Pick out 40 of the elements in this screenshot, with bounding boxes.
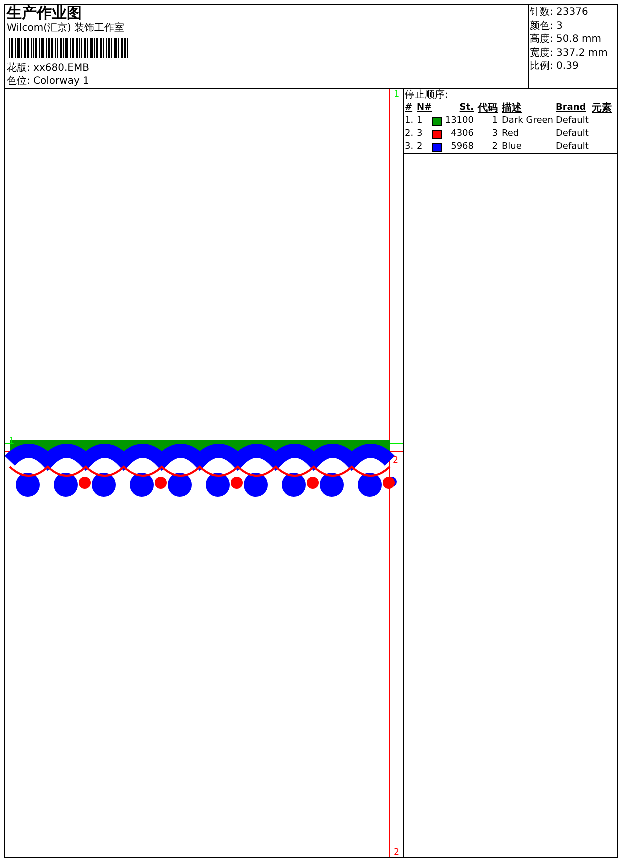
- table-cell: 2: [492, 141, 498, 154]
- section-title: 停止顺序:: [405, 89, 450, 102]
- table-cell-text: Blue: [501, 141, 522, 154]
- column-header: N#: [417, 102, 432, 115]
- table-cell-text: Dark Green: [501, 115, 554, 128]
- table-cell: 2: [417, 141, 423, 154]
- table-cell: Default: [556, 115, 589, 128]
- table-cell-text: Red: [501, 128, 520, 141]
- design-file: 花版: xx680.EMB: [7, 62, 90, 75]
- table-cell: 1.: [405, 115, 414, 128]
- barcode-icon: [9, 38, 130, 58]
- column-header: 元素: [592, 102, 612, 115]
- column-header: #: [405, 102, 413, 115]
- start-marker: 1: [9, 437, 14, 447]
- table-cell: 1: [417, 115, 423, 128]
- column-header: 描述: [500, 102, 522, 115]
- table-cell: 1: [492, 115, 498, 128]
- table-cell: 3: [492, 128, 498, 141]
- table-cell: 3.: [405, 141, 414, 154]
- table-cell: 5968: [451, 141, 474, 154]
- colorway-label: 色位: Colorway 1: [7, 75, 90, 88]
- column-header: 代码: [476, 102, 498, 115]
- design-stat: 比例: 0.39: [530, 60, 580, 74]
- end-marker: 2: [393, 456, 398, 466]
- table-cell: 2.: [405, 128, 414, 141]
- table-cell: Default: [556, 141, 589, 154]
- table-cell: 13100: [445, 115, 474, 128]
- table-cell: 3: [417, 128, 423, 141]
- design-stat: 高度: 50.8 mm: [530, 33, 602, 46]
- company-name: Wilcom(汇京) 装饰工作室: [7, 22, 126, 35]
- design-stat: 针数: 23376: [530, 6, 590, 20]
- start-marker: 1: [394, 90, 400, 100]
- table-cell: 4306: [451, 128, 474, 141]
- column-header: St.: [460, 102, 474, 115]
- table-cell: Default: [556, 128, 589, 141]
- column-header: Brand: [556, 102, 586, 115]
- sheet-title: 生产作业图: [7, 5, 83, 22]
- end-marker: 2: [394, 848, 400, 857]
- design-stat: 宽度: 337.2 mm: [530, 46, 609, 60]
- design-stat: 颜色: 3: [530, 20, 564, 33]
